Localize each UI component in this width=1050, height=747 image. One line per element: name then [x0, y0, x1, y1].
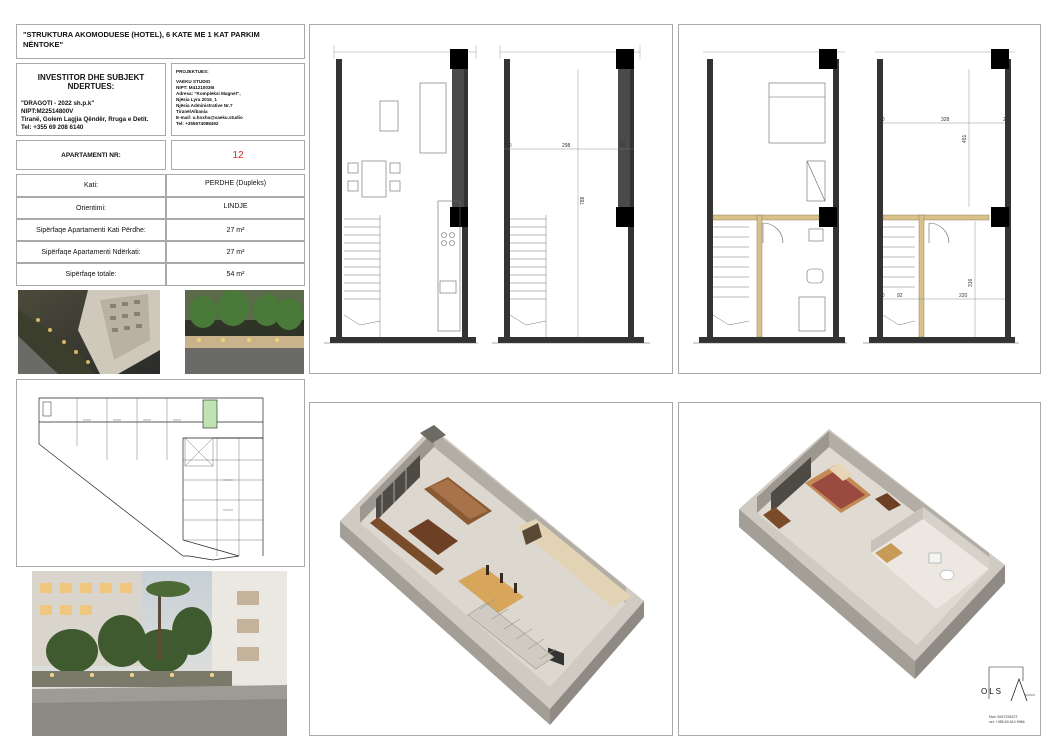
row-value: PERDHE (Dupleks): [166, 174, 305, 197]
row-label: Orientimi:: [16, 197, 166, 219]
logo-notes: Nvd: 594722622T cel: +355 69 614 9966: [989, 715, 1025, 725]
dim-side-a: 20: [506, 143, 512, 149]
apartment-label: APARTAMENTI NR:: [16, 140, 166, 170]
dim-mezz-side-r: 20: [1003, 117, 1009, 123]
dim-mezz-bot-side: 20: [879, 293, 885, 299]
ground-floor-3d-view: [309, 402, 673, 736]
dim-mezz-bottom-h: 316: [968, 278, 974, 287]
key-plan: [16, 379, 305, 567]
apartment-number: 12: [171, 140, 305, 170]
mezz-plan-furnished: [693, 49, 847, 344]
investor-box: INVESTITOR DHE SUBJEKT NDERTUES: "DRAGOT…: [16, 63, 166, 136]
street-render-photo: [32, 571, 287, 736]
investor-line: Tel: +355 69 208 6140: [21, 124, 84, 131]
highlighted-unit-marker: [202, 399, 218, 429]
row-label: Sipërfaqe totale:: [16, 263, 166, 286]
studio-logo: OLS: [975, 665, 1035, 705]
investor-heading: INVESTITOR DHE SUBJEKT NDERTUES:: [37, 73, 145, 91]
row-label: Sipërfaqe Apartamenti Kati Përdhe:: [16, 219, 166, 241]
dim-mezz-bot-w2: 220: [959, 293, 968, 299]
investor-line: NIPT:M22514800V: [21, 108, 74, 115]
dim-width-total: 298: [562, 143, 571, 149]
dim-mezz-top-h: 451: [962, 134, 968, 143]
designer-heading: PROJEKTUES:: [176, 69, 209, 74]
designer-line: Tel: +355674088492: [176, 121, 219, 126]
investor-details: "DRAGOTI - 2022 sh.p.k" NIPT:M22514800V …: [17, 100, 165, 132]
logo-text: OLS: [981, 687, 1004, 696]
mezzanine-3d-view: OLS Nvd: 594722622T cel: +355 69 614 996…: [678, 402, 1041, 736]
project-title-text: "STRUKTURA AKOMODUESE (HOTEL), 6 KATE ME…: [23, 30, 260, 49]
mezzanine-plans: 20 328 20 451 316 20 92 220: [678, 24, 1041, 374]
row-value: 27 m²: [166, 241, 305, 263]
mezz-plan-dimensioned: 20 328 20 451 316 20 92 220: [863, 49, 1019, 344]
row-value: 27 m²: [166, 219, 305, 241]
dim-mezz-bot-w1: 92: [897, 293, 903, 299]
dim-mezz-side-l: 20: [879, 117, 885, 123]
dim-side-b: 40: [620, 143, 626, 149]
row-label: Kati:: [16, 174, 166, 197]
ground-plan-furnished: [324, 45, 478, 344]
row-value: 54 m²: [166, 263, 305, 286]
ground-plan-dimensioned: 20 298 40 788: [492, 45, 650, 344]
logo-note: cel: +355 69 614 9966: [989, 720, 1025, 724]
garden-render-photo: [185, 290, 304, 374]
dim-mezz-width: 328: [941, 117, 950, 123]
project-title: "STRUKTURA AKOMODUESE (HOTEL), 6 KATE ME…: [16, 24, 305, 59]
investor-line: Tiranë, Golem Lagjia Qëndër, Rruga e Det…: [21, 116, 149, 123]
dim-height: 788: [580, 196, 586, 205]
ground-floor-plans: 20 298 40 788: [309, 24, 673, 374]
aerial-render-photo: [18, 290, 160, 374]
row-label: Sipërfaqe Apartamenti Ndërkati:: [16, 241, 166, 263]
investor-line: "DRAGOTI - 2022 sh.p.k": [21, 100, 95, 107]
row-value: LINDJE: [166, 197, 305, 219]
designer-box: PROJEKTUES: VAEKU STUDIO NIPT: M41210036…: [171, 63, 305, 136]
